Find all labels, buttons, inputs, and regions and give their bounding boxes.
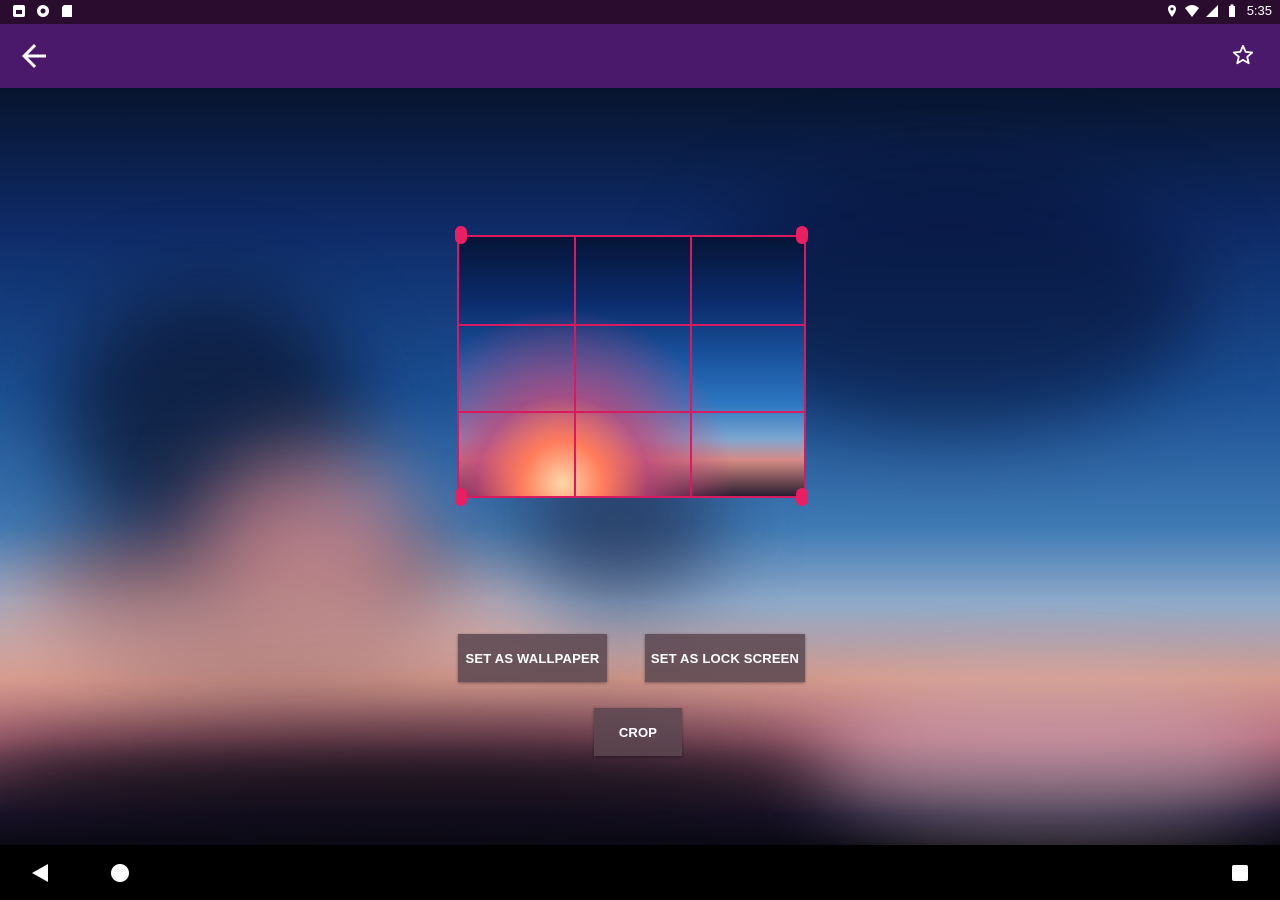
crop-grid-line [459, 411, 804, 413]
favorite-button[interactable] [1232, 44, 1258, 70]
location-icon [1167, 4, 1176, 17]
star-outline-icon [1232, 44, 1254, 65]
battery-icon [1228, 4, 1235, 17]
set-wallpaper-button[interactable]: SET AS WALLPAPER [458, 634, 607, 682]
set-lock-screen-button[interactable]: SET AS LOCK SCREEN [645, 634, 805, 682]
nav-home-icon[interactable] [110, 863, 130, 883]
status-bar: 5:35 [0, 0, 1280, 24]
nav-back-icon[interactable] [30, 863, 50, 883]
android-icon [13, 5, 25, 17]
crop-grid-line [690, 237, 692, 496]
signal-icon [1205, 4, 1218, 17]
crop-preview-image[interactable] [457, 235, 806, 498]
crop-handle-top-left[interactable] [455, 226, 467, 244]
arrow-back-icon [22, 44, 46, 68]
crop-grid-line [574, 237, 576, 496]
navigation-bar [0, 845, 1280, 900]
back-button[interactable] [16, 38, 56, 74]
app-bar [0, 24, 1280, 88]
wifi-icon [1184, 4, 1199, 17]
crop-button[interactable]: CROP [594, 708, 682, 756]
nav-recents-icon[interactable] [1231, 864, 1249, 882]
crop-grid-line [459, 324, 804, 326]
settings-icon [37, 5, 49, 17]
status-time: 5:35 [1246, 3, 1272, 18]
crop-handle-bottom-right[interactable] [796, 488, 808, 506]
crop-handle-top-right[interactable] [796, 226, 808, 244]
sd-card-icon [62, 5, 72, 17]
crop-handle-bottom-left[interactable] [455, 488, 467, 506]
